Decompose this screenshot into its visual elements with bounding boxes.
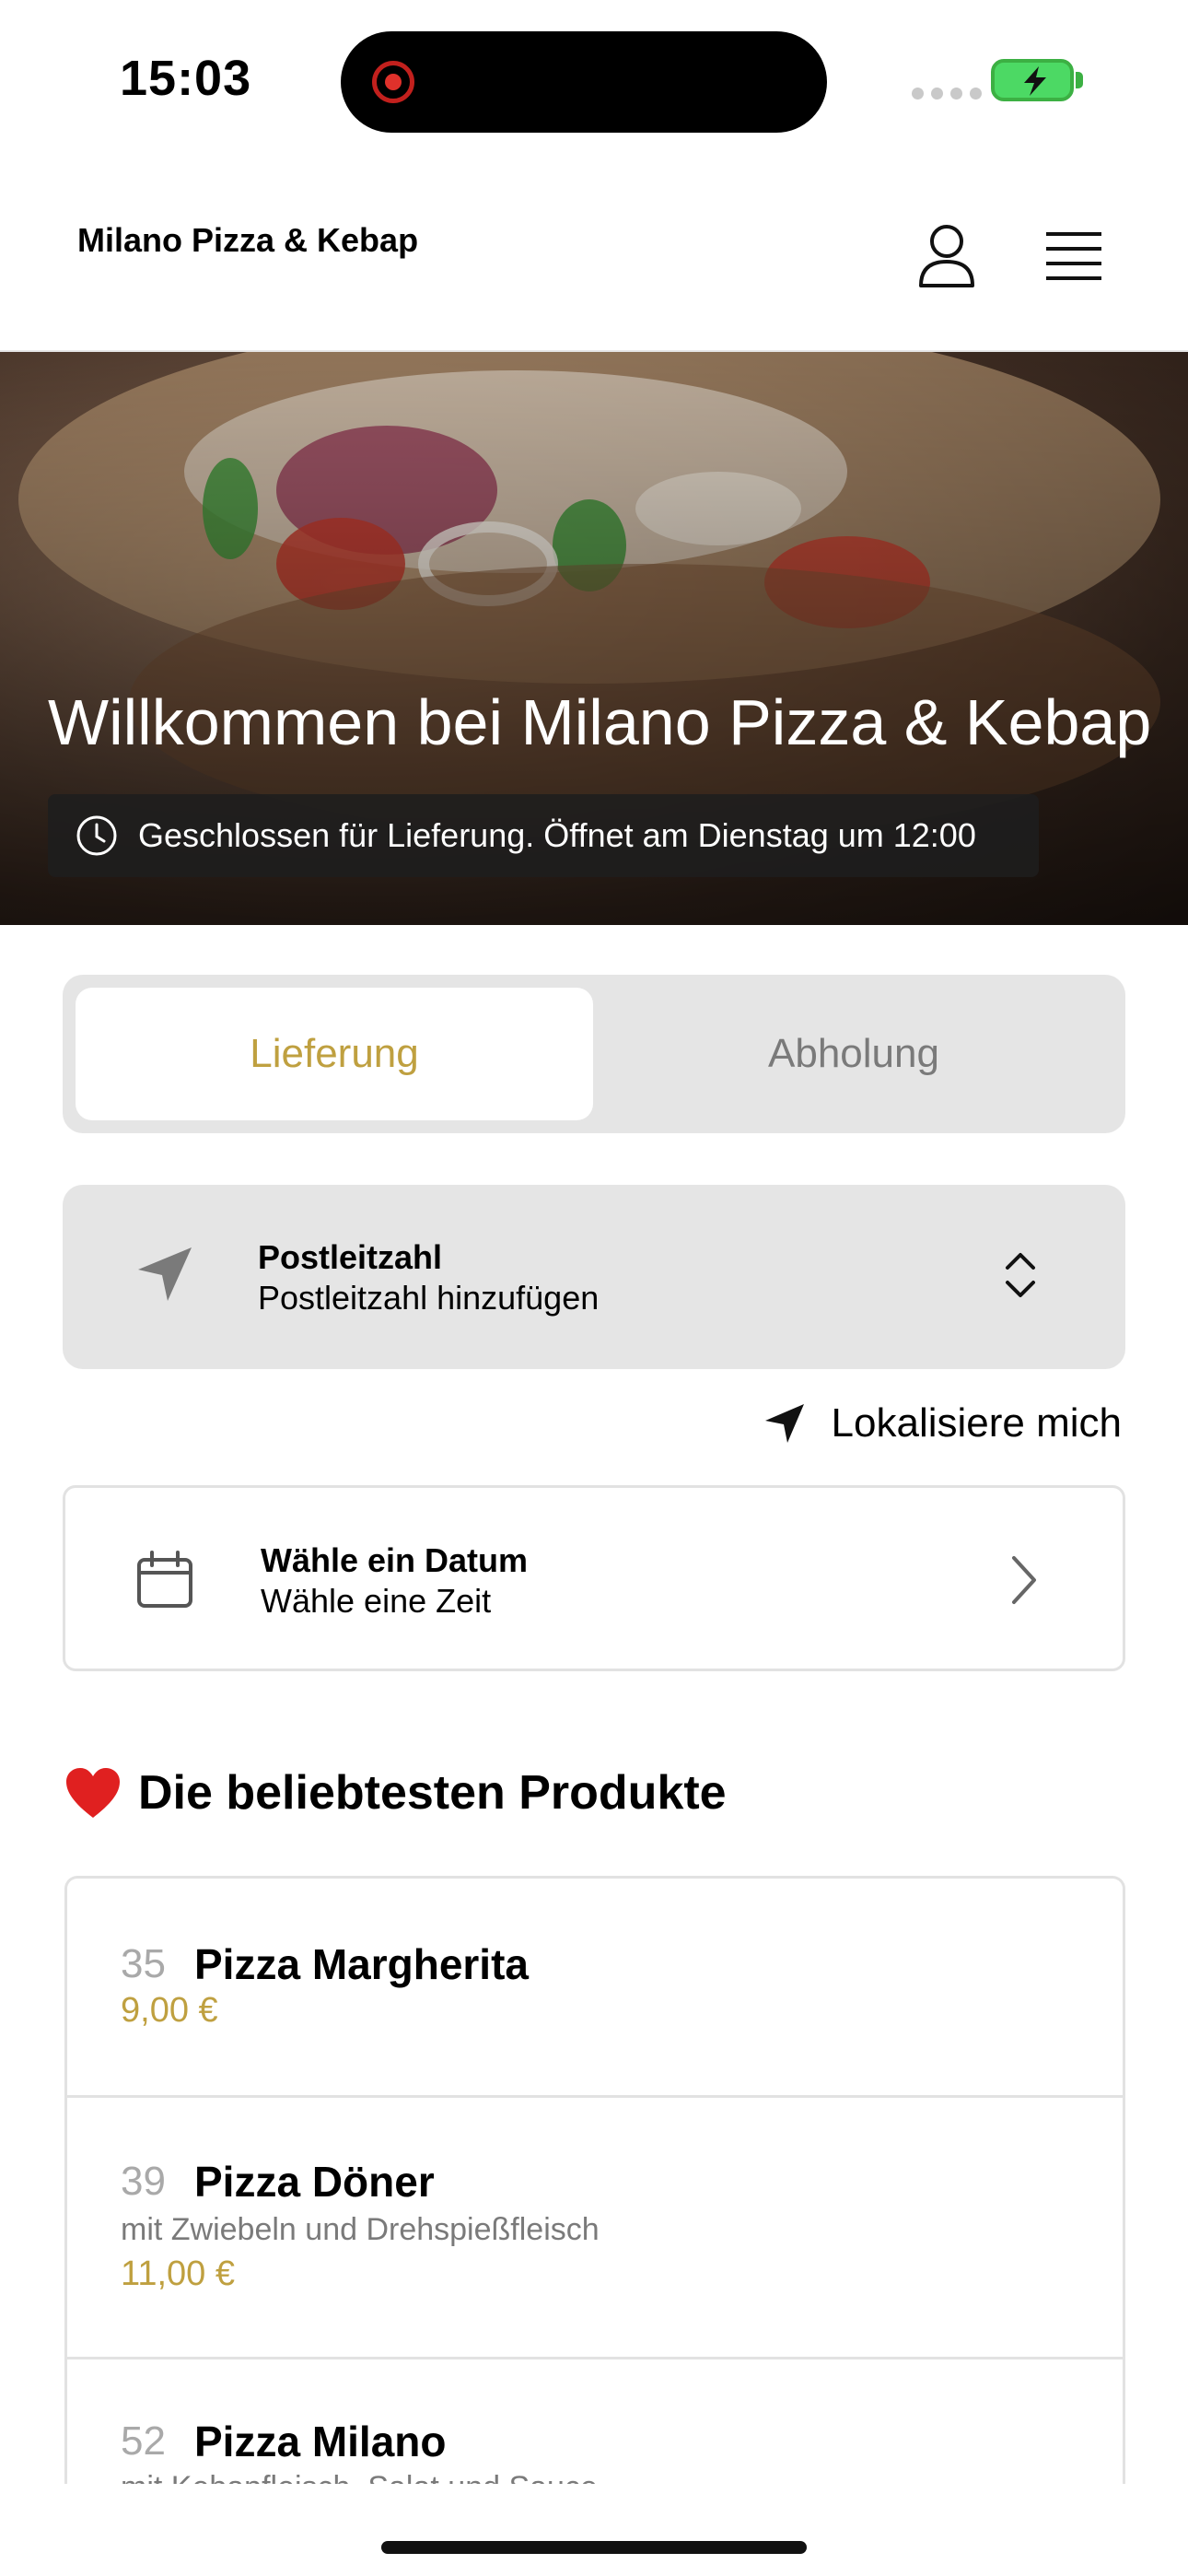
battery-icon (991, 59, 1074, 101)
tab-pickup[interactable]: Abholung (595, 988, 1112, 1120)
opening-status: Geschlossen für Lieferung. Öffnet am Die… (48, 794, 1039, 877)
product-item[interactable]: 35 Pizza Margherita 9,00 € (67, 1879, 1123, 2098)
date-label: Wähle ein Datum (261, 1541, 529, 1579)
postcode-value: Postleitzahl hinzufügen (258, 1279, 600, 1317)
clock-icon (76, 815, 117, 856)
product-number: 52 (121, 2418, 166, 2464)
product-number: 39 (121, 2159, 166, 2204)
status-bar: 15:03 (0, 0, 1188, 157)
product-price: 9,00 € (121, 1991, 218, 2030)
locate-me-label: Lokalisiere mich (831, 1400, 1122, 1446)
hero-title: Willkommen bei Milano Pizza & Kebap (48, 686, 1152, 758)
location-arrow-icon (764, 1404, 804, 1443)
home-indicator[interactable] (381, 2541, 807, 2554)
tab-delivery[interactable]: Lieferung (76, 988, 593, 1120)
product-description: mit Kebapfleisch, Salat und Sauce (121, 2470, 598, 2484)
signal-icon (912, 88, 982, 100)
battery-tip (1076, 72, 1083, 88)
product-number: 35 (121, 1941, 166, 1986)
section-title-text: Die beliebtesten Produkte (138, 1766, 727, 1820)
date-time-selector[interactable]: Wähle ein Datum Wähle eine Zeit (63, 1485, 1125, 1671)
brand-name[interactable]: Milano Pizza & Kebap (77, 221, 418, 260)
product-item[interactable]: 39 Pizza Döner mit Zwiebeln und Drehspie… (67, 2098, 1123, 2359)
postcode-label: Postleitzahl (258, 1238, 443, 1276)
product-item[interactable]: 52 Pizza Milano mit Kebapfleisch, Salat … (67, 2359, 1123, 2484)
chevron-right-icon (1012, 1556, 1036, 1604)
postcode-selector[interactable]: Postleitzahl Postleitzahl hinzufügen (63, 1185, 1125, 1369)
app-header: Milano Pizza & Kebap (0, 157, 1188, 352)
order-type-tabs: Lieferung Abholung (63, 975, 1125, 1133)
updown-icon (1006, 1253, 1035, 1297)
status-time: 15:03 (120, 51, 252, 106)
product-list: 35 Pizza Margherita 9,00 € 39 Pizza Döne… (64, 1876, 1125, 2484)
product-name: Pizza Margherita (194, 1940, 529, 1988)
heart-icon (66, 1768, 120, 1818)
opening-status-text: Geschlossen für Lieferung. Öffnet am Die… (138, 816, 976, 854)
record-icon (372, 61, 414, 103)
menu-icon[interactable] (1044, 230, 1103, 282)
product-description: mit Zwiebeln und Drehspießfleisch (121, 2212, 600, 2247)
dynamic-island (341, 31, 827, 133)
product-name: Pizza Milano (194, 2418, 447, 2465)
user-icon[interactable] (917, 223, 976, 289)
popular-products-heading: Die beliebtesten Produkte (64, 1765, 727, 1821)
navigation-arrow-icon (138, 1247, 192, 1301)
locate-me-button[interactable]: Lokalisiere mich (763, 1400, 1122, 1446)
hero-banner: Willkommen bei Milano Pizza & Kebap Gesc… (0, 352, 1188, 925)
calendar-icon (137, 1551, 192, 1608)
time-value: Wähle eine Zeit (261, 1582, 492, 1620)
product-price: 11,00 € (121, 2254, 235, 2293)
product-name: Pizza Döner (194, 2158, 435, 2206)
